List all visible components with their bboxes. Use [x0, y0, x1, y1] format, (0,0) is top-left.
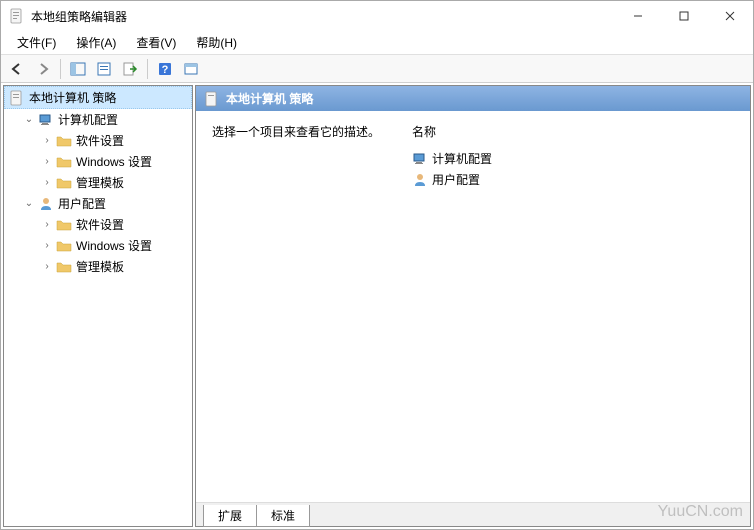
app-icon — [9, 8, 25, 24]
back-button[interactable] — [5, 57, 29, 81]
expand-icon[interactable]: › — [40, 134, 54, 148]
folder-icon — [56, 238, 72, 254]
tree-user-software[interactable]: › 软件设置 — [4, 214, 192, 235]
items-pane: 名称 计算机配置 用户配置 — [412, 123, 734, 490]
expand-icon[interactable]: › — [40, 239, 54, 253]
titlebar: 本地组策略编辑器 — [1, 1, 753, 31]
tree-label: 用户配置 — [58, 195, 106, 212]
policy-icon — [204, 91, 220, 107]
expand-icon[interactable]: › — [40, 155, 54, 169]
tree-user-windows[interactable]: › Windows 设置 — [4, 235, 192, 256]
collapse-icon[interactable]: ⌄ — [22, 113, 36, 127]
collapse-icon[interactable]: ⌄ — [22, 197, 36, 211]
properties-button[interactable] — [92, 57, 116, 81]
panel-header-text: 本地计算机 策略 — [226, 90, 313, 107]
show-hide-tree-button[interactable] — [66, 57, 90, 81]
tree-label: Windows 设置 — [76, 153, 152, 170]
computer-icon — [38, 112, 54, 128]
expand-icon[interactable]: › — [40, 176, 54, 190]
options-button[interactable] — [179, 57, 203, 81]
tree-computer-templates[interactable]: › 管理模板 — [4, 172, 192, 193]
window-title: 本地组策略编辑器 — [31, 8, 615, 25]
minimize-button[interactable] — [615, 1, 661, 31]
window-controls — [615, 1, 753, 31]
menu-action[interactable]: 操作(A) — [66, 31, 126, 54]
list-item-label: 用户配置 — [432, 171, 480, 188]
description-text: 选择一个项目来查看它的描述。 — [212, 123, 412, 140]
toolbar: ? — [1, 55, 753, 83]
menubar: 文件(F) 操作(A) 查看(V) 帮助(H) — [1, 31, 753, 55]
list-item-label: 计算机配置 — [432, 150, 492, 167]
toolbar-separator — [60, 59, 61, 79]
expand-icon[interactable]: › — [40, 218, 54, 232]
user-icon — [38, 196, 54, 212]
main-panel: 本地计算机 策略 选择一个项目来查看它的描述。 名称 计算机配置 用户配置 — [195, 85, 751, 527]
tree-label: 软件设置 — [76, 216, 124, 233]
menu-file[interactable]: 文件(F) — [7, 31, 66, 54]
close-button[interactable] — [707, 1, 753, 31]
folder-icon — [56, 217, 72, 233]
tree-computer-config[interactable]: ⌄ 计算机配置 — [4, 109, 192, 130]
detail-area: 选择一个项目来查看它的描述。 名称 计算机配置 用户配置 — [196, 111, 750, 502]
tab-strip: 扩展 标准 — [196, 502, 750, 526]
folder-icon — [56, 175, 72, 191]
list-item-computer[interactable]: 计算机配置 — [412, 148, 734, 169]
toolbar-separator — [147, 59, 148, 79]
tree-computer-windows[interactable]: › Windows 设置 — [4, 151, 192, 172]
content-area: 本地计算机 策略 ⌄ 计算机配置 › 软件设置 › Windows 设置 › 管… — [1, 83, 753, 529]
computer-icon — [412, 151, 428, 167]
folder-icon — [56, 259, 72, 275]
tree-root-label: 本地计算机 策略 — [29, 89, 116, 106]
tree-user-config[interactable]: ⌄ 用户配置 — [4, 193, 192, 214]
tree-label: 软件设置 — [76, 132, 124, 149]
tab-standard[interactable]: 标准 — [256, 505, 310, 527]
tree-panel[interactable]: 本地计算机 策略 ⌄ 计算机配置 › 软件设置 › Windows 设置 › 管… — [3, 85, 193, 527]
main-window: 本地组策略编辑器 文件(F) 操作(A) 查看(V) 帮助(H) ? 本地计算机… — [0, 0, 754, 530]
tab-extended[interactable]: 扩展 — [203, 505, 257, 527]
panel-header: 本地计算机 策略 — [196, 86, 750, 111]
export-button[interactable] — [118, 57, 142, 81]
tree-root[interactable]: 本地计算机 策略 — [4, 86, 192, 109]
tree-user-templates[interactable]: › 管理模板 — [4, 256, 192, 277]
forward-button[interactable] — [31, 57, 55, 81]
description-pane: 选择一个项目来查看它的描述。 — [212, 123, 412, 490]
tree-label: 管理模板 — [76, 174, 124, 191]
menu-help[interactable]: 帮助(H) — [186, 31, 247, 54]
tree-computer-software[interactable]: › 软件设置 — [4, 130, 192, 151]
expand-icon[interactable]: › — [40, 260, 54, 274]
help-button[interactable]: ? — [153, 57, 177, 81]
policy-icon — [9, 90, 25, 106]
folder-icon — [56, 133, 72, 149]
column-name[interactable]: 名称 — [412, 123, 734, 140]
list-item-user[interactable]: 用户配置 — [412, 169, 734, 190]
tree-label: 计算机配置 — [58, 111, 118, 128]
tree-label: Windows 设置 — [76, 237, 152, 254]
tree-label: 管理模板 — [76, 258, 124, 275]
user-icon — [412, 172, 428, 188]
menu-view[interactable]: 查看(V) — [126, 31, 186, 54]
folder-icon — [56, 154, 72, 170]
svg-text:?: ? — [162, 64, 169, 76]
maximize-button[interactable] — [661, 1, 707, 31]
